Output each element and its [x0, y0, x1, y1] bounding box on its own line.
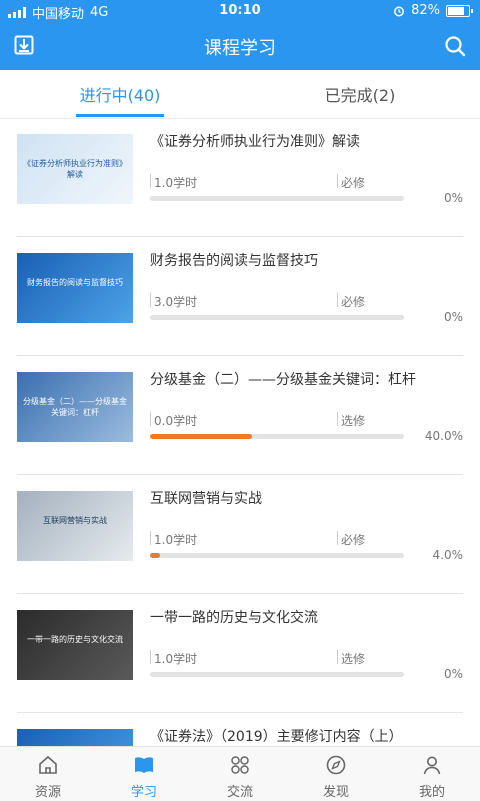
- course-item[interactable]: 一带一路的历史与文化交流 一带一路的历史与文化交流 1.0学时 选修 0%: [17, 594, 463, 713]
- course-type: 必修: [341, 176, 366, 190]
- progress-percent: 40.0%: [424, 429, 463, 443]
- app-header: 课程学习: [0, 22, 480, 70]
- status-right: 82%: [393, 3, 473, 18]
- progress-bar: [150, 196, 404, 201]
- course-type: 必修: [341, 295, 366, 309]
- course-type: 选修: [341, 652, 366, 666]
- course-item[interactable]: 《证券法》（2019）主要修订内容（上）: [17, 713, 463, 746]
- course-hours: 1.0学时: [154, 533, 198, 547]
- course-thumbnail: 互联网营销与实战: [17, 491, 133, 561]
- bottom-nav: 资源 学习 交流 发现 我的: [0, 746, 480, 801]
- home-icon: [39, 755, 57, 774]
- search-icon[interactable]: [444, 35, 466, 57]
- tab-in-progress[interactable]: 进行中(40): [0, 82, 240, 106]
- course-type: 选修: [341, 414, 366, 428]
- progress-bar: [150, 434, 404, 439]
- page-title: 课程学习: [204, 38, 276, 59]
- user-icon: [423, 756, 441, 775]
- course-item[interactable]: 分级基金（二）——分级基金关键词：杠杆 分级基金（二）——分级基金关键词：杠杆 …: [17, 356, 463, 475]
- course-title: 财务报告的阅读与监督技巧: [150, 253, 318, 269]
- progress-percent: 4.0%: [432, 548, 464, 562]
- nav-label: 交流: [226, 785, 253, 800]
- progress-bar: [150, 553, 404, 558]
- nav-item-study[interactable]: 学习: [96, 747, 192, 801]
- course-title: 互联网营销与实战: [150, 491, 262, 507]
- course-hours: 0.0学时: [154, 414, 198, 428]
- tab-completed[interactable]: 已完成(2): [240, 82, 480, 106]
- book-icon: [135, 757, 153, 773]
- nav-label: 学习: [130, 785, 157, 800]
- course-item[interactable]: 互联网营销与实战 互联网营销与实战 1.0学时 必修 4.0%: [17, 475, 463, 594]
- course-item[interactable]: 《证券分析师执业行为准则》解读 《证券分析师执业行为准则》解读 1.0学时 必修…: [17, 118, 463, 237]
- course-title: 《证券法》（2019）主要修订内容（上）: [150, 729, 403, 745]
- course-thumbnail: 分级基金（二）——分级基金关键词：杠杆: [17, 372, 133, 442]
- course-hours: 3.0学时: [154, 295, 198, 309]
- course-title: 分级基金（二）——分级基金关键词：杠杆: [150, 372, 416, 388]
- course-type: 必修: [341, 533, 366, 547]
- nav-label: 资源: [34, 785, 61, 800]
- course-hours: 1.0学时: [154, 176, 198, 190]
- nav-item-profile[interactable]: 我的: [384, 747, 480, 801]
- status-bar: 中国移动 4G 10:10 82%: [0, 0, 480, 22]
- course-thumbnail: [17, 729, 133, 746]
- nav-item-resources[interactable]: 资源: [0, 747, 96, 801]
- compass-icon: [326, 755, 346, 775]
- progress-percent: 0%: [443, 191, 463, 205]
- progress-bar: [150, 672, 404, 677]
- alarm-icon: [394, 6, 405, 16]
- course-title: 一带一路的历史与文化交流: [150, 610, 318, 626]
- active-tab-indicator: [76, 114, 164, 117]
- nav-label: 发现: [322, 785, 349, 800]
- course-item[interactable]: 财务报告的阅读与监督技巧 财务报告的阅读与监督技巧 3.0学时 必修 0%: [17, 237, 463, 356]
- course-thumbnail: 《证券分析师执业行为准则》解读: [17, 134, 133, 204]
- course-thumbnail: 财务报告的阅读与监督技巧: [17, 253, 133, 323]
- battery-label: 82%: [411, 3, 440, 18]
- course-title: 《证券分析师执业行为准则》解读: [150, 134, 360, 150]
- course-hours: 1.0学时: [154, 652, 198, 666]
- nav-label: 我的: [418, 785, 445, 800]
- progress-bar: [150, 315, 404, 320]
- progress-percent: 0%: [443, 310, 463, 324]
- grid-icon: [231, 756, 249, 774]
- course-list[interactable]: 《证券分析师执业行为准则》解读 《证券分析师执业行为准则》解读 1.0学时 必修…: [0, 118, 480, 746]
- battery-icon: [446, 4, 473, 17]
- nav-item-discover[interactable]: 发现: [288, 747, 384, 801]
- course-thumbnail: 一带一路的历史与文化交流: [17, 610, 133, 680]
- progress-percent: 0%: [443, 667, 463, 681]
- status-tabs: 进行中(40) 已完成(2): [0, 70, 480, 119]
- nav-item-exchange[interactable]: 交流: [192, 747, 288, 801]
